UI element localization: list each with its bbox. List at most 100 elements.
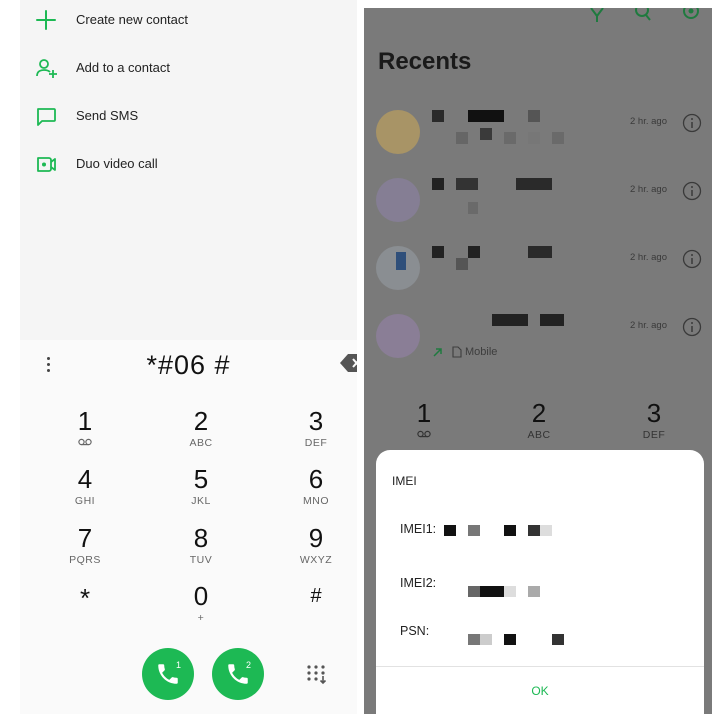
recent-call-row[interactable]: 2 hr. ago (364, 110, 712, 178)
create-new-contact-item[interactable]: Create new contact (20, 0, 357, 40)
redacted-name (468, 246, 480, 258)
redacted-name (492, 314, 528, 326)
redacted-psn (504, 634, 516, 645)
call-time: 2 hr. ago (630, 320, 667, 331)
key-digit: 6 (308, 464, 324, 494)
key-digit: 9 (308, 523, 324, 553)
redacted-name (528, 132, 540, 144)
redacted-name (456, 178, 478, 190)
recent-call-row[interactable]: 2 hr. ago Mobile (364, 314, 712, 382)
video-call-icon (37, 157, 56, 172)
key-digit: 3 (646, 398, 662, 428)
add-to-contact-item[interactable]: Add to a contact (20, 48, 357, 88)
info-icon[interactable] (682, 181, 702, 201)
key-letters: WXYZ (299, 554, 333, 566)
contact-avatar (376, 314, 420, 358)
key-digit: 2 (193, 406, 209, 436)
key-5[interactable]: 5 JKL (161, 464, 241, 520)
redacted-imei1 (540, 525, 552, 536)
redacted-imei2 (480, 586, 504, 597)
key-9[interactable]: 9 WXYZ (276, 523, 356, 579)
key-hash[interactable]: # (276, 581, 356, 637)
dialer-screen: Create new contact Add to a contact Send… (20, 0, 357, 714)
sim-number: 1 (176, 660, 182, 670)
recent-call-row[interactable]: 2 hr. ago (364, 178, 712, 246)
send-sms-item[interactable]: Send SMS (20, 96, 357, 136)
key-digit: 8 (193, 523, 209, 553)
key-2[interactable]: 2 ABC (161, 406, 241, 462)
key-star[interactable]: * (45, 583, 125, 639)
key-digit: 0 (193, 581, 209, 611)
redacted-name (480, 128, 492, 140)
contact-avatar (376, 178, 420, 222)
redacted-name (396, 252, 406, 270)
redacted-name (540, 314, 564, 326)
voicemail-icon (417, 430, 431, 438)
redacted-name (528, 246, 552, 258)
redacted-psn (468, 634, 480, 645)
key-letters: DEF (642, 429, 666, 441)
key-3[interactable]: 3 DEF (614, 398, 694, 454)
key-8[interactable]: 8 TUV (161, 523, 241, 579)
settings-icon[interactable] (682, 8, 700, 22)
key-7[interactable]: 7 PQRS (45, 523, 125, 579)
dialog-title: IMEI (392, 474, 417, 488)
key-1[interactable]: 1 (384, 398, 464, 454)
redacted-imei2 (528, 586, 540, 597)
key-digit: * (79, 583, 91, 613)
redacted-name (456, 132, 468, 144)
redacted-name (468, 110, 504, 122)
key-digit: 4 (77, 464, 93, 494)
dial-input-row: *#06 # (20, 340, 357, 390)
filter-icon[interactable] (588, 8, 606, 22)
number-type: Mobile (465, 346, 498, 358)
redacted-name (552, 132, 564, 144)
key-0[interactable]: 0 + (161, 581, 241, 637)
info-icon[interactable] (682, 113, 702, 133)
dialpad-toggle-icon[interactable] (304, 662, 328, 686)
redacted-name (456, 258, 468, 270)
info-icon[interactable] (682, 317, 702, 337)
info-icon[interactable] (682, 249, 702, 269)
redacted-name (432, 110, 444, 122)
key-digit: # (310, 585, 322, 607)
redacted-imei2 (504, 586, 516, 597)
call-time: 2 hr. ago (630, 116, 667, 127)
redacted-imei1 (504, 525, 516, 536)
key-1[interactable]: 1 (45, 406, 125, 462)
key-letters: TUV (189, 554, 213, 566)
menu-item-label: Duo video call (76, 156, 158, 171)
backspace-icon[interactable] (340, 353, 357, 373)
key-letters: PQRS (69, 554, 101, 566)
key-digit: 3 (308, 406, 324, 436)
sim-card-icon (452, 346, 462, 358)
duo-video-call-item[interactable]: Duo video call (20, 144, 357, 184)
menu-item-label: Send SMS (76, 108, 139, 123)
redacted-imei1 (528, 525, 540, 536)
key-3[interactable]: 3 DEF (276, 406, 356, 462)
call-time: 2 hr. ago (630, 184, 667, 195)
ok-button[interactable]: OK (376, 667, 704, 714)
key-letters: + (197, 612, 205, 624)
add-icon (36, 10, 56, 30)
call-sim2-button[interactable]: 2 (212, 648, 264, 700)
key-letters: GHI (74, 495, 96, 507)
recent-call-row[interactable]: 2 hr. ago (364, 246, 712, 314)
key-2[interactable]: 2 ABC (499, 398, 579, 454)
key-6[interactable]: 6 MNO (276, 464, 356, 520)
contact-avatar (376, 110, 420, 154)
call-sim1-button[interactable]: 1 (142, 648, 194, 700)
call-time: 2 hr. ago (630, 252, 667, 263)
page-title: Recents (378, 48, 472, 75)
key-letters: ABC (527, 429, 551, 441)
redacted-imei2 (468, 586, 480, 597)
key-4[interactable]: 4 GHI (45, 464, 125, 520)
dialpad: *#06 # 1 2 ABC 3 DEF 4 GHI 5 JKL 6 MNO 7… (20, 340, 357, 714)
redacted-name (432, 246, 444, 258)
search-icon[interactable] (634, 8, 652, 22)
imei1-label: IMEI1: (400, 522, 437, 536)
menu-item-label: Add to a contact (76, 60, 170, 75)
dial-number[interactable]: *#06 # (20, 350, 357, 381)
redacted-name (516, 178, 552, 190)
outgoing-call-icon (433, 348, 442, 357)
